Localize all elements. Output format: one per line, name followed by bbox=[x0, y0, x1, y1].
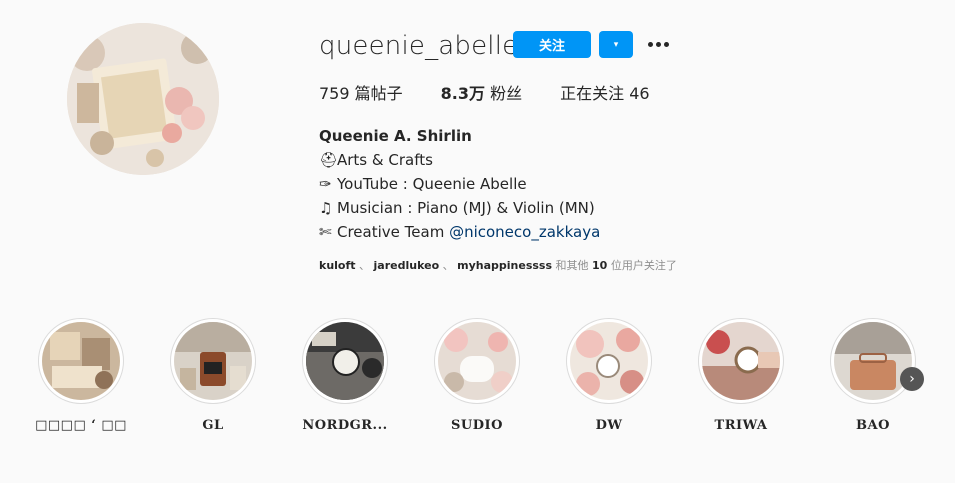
highlight-item[interactable]: TRIWA bbox=[691, 318, 791, 433]
avatar-image bbox=[67, 23, 219, 175]
highlight-label: TRIWA bbox=[714, 418, 768, 433]
separator: 、 bbox=[355, 259, 374, 272]
posts-count-label: 篇帖子 bbox=[354, 84, 403, 103]
followers-count[interactable]: 8.3万 粉丝 bbox=[441, 84, 522, 104]
highlight-label: GL bbox=[202, 418, 224, 433]
highlight-item[interactable]: □□□□ ‘ □□ bbox=[31, 318, 131, 433]
highlight-item[interactable]: NORDGR... bbox=[295, 318, 395, 433]
highlight-ring[interactable] bbox=[566, 318, 652, 404]
bio-line: ✄ Creative Team @niconeco_zakkaya bbox=[319, 220, 600, 244]
highlight-item[interactable]: DW bbox=[559, 318, 659, 433]
music-note-icon: ♫ bbox=[319, 199, 333, 217]
scissors-icon: ✄ bbox=[319, 223, 332, 241]
highlight-cover bbox=[306, 322, 384, 400]
suggestions-dropdown-button[interactable]: ▾ bbox=[599, 31, 633, 58]
highlight-cover bbox=[438, 322, 516, 400]
posts-count-value: 759 bbox=[319, 84, 350, 103]
highlight-cover bbox=[174, 322, 252, 400]
following-count-label: 正在关注 bbox=[560, 84, 625, 103]
more-dot-icon bbox=[663, 41, 669, 47]
profile-bio: Queenie A. Shirlin ⛑Arts & Crafts ✑ YouTu… bbox=[319, 124, 600, 244]
highlight-label: □□□□ ‘ □□ bbox=[35, 418, 127, 433]
highlight-ring[interactable] bbox=[170, 318, 256, 404]
profile-stats: 759 篇帖子 8.3万 粉丝 正在关注 46 bbox=[319, 84, 688, 104]
more-options-button[interactable] bbox=[645, 30, 671, 58]
follower-username[interactable]: kuloft bbox=[319, 259, 356, 272]
highlight-ring[interactable] bbox=[434, 318, 520, 404]
highlight-cover bbox=[570, 322, 648, 400]
highlight-ring[interactable] bbox=[830, 318, 916, 404]
highlight-cover bbox=[834, 322, 912, 400]
highlight-label: NORDGR... bbox=[302, 418, 388, 433]
follower-username[interactable]: jaredlukeo bbox=[374, 259, 440, 272]
followed-by-text: 和其他 bbox=[552, 259, 593, 272]
highlight-item[interactable]: SUDIO bbox=[427, 318, 527, 433]
following-count-value: 46 bbox=[629, 84, 650, 103]
followers-count-value: 8.3万 bbox=[440, 84, 486, 103]
followed-by-text: 位用户关注了 bbox=[607, 259, 677, 272]
helmet-icon: ⛑ bbox=[319, 151, 339, 169]
chevron-down-icon: ▾ bbox=[613, 39, 619, 50]
bio-line: ⛑Arts & Crafts bbox=[319, 148, 600, 172]
highlight-item[interactable]: GL bbox=[163, 318, 263, 433]
chevron-right-icon: › bbox=[909, 371, 915, 387]
bio-line-text: Creative Team bbox=[337, 223, 450, 241]
pen-icon: ✑ bbox=[319, 175, 332, 193]
bio-line: ✑ YouTube : Queenie Abelle bbox=[319, 172, 600, 196]
follower-username[interactable]: myhappinessss bbox=[457, 259, 552, 272]
following-count[interactable]: 正在关注 46 bbox=[560, 84, 649, 104]
bio-line-text: YouTube : Queenie Abelle bbox=[337, 175, 527, 193]
highlight-label: SUDIO bbox=[451, 418, 503, 433]
highlights-next-button[interactable]: › bbox=[900, 367, 924, 391]
highlight-label: DW bbox=[595, 418, 623, 433]
separator: 、 bbox=[439, 259, 458, 272]
highlight-label: BAO bbox=[856, 418, 890, 433]
bio-line-text: Arts & Crafts bbox=[337, 151, 433, 169]
bio-line-text: Musician : Piano (MJ) & Violin (MN) bbox=[337, 199, 595, 217]
highlight-ring[interactable] bbox=[38, 318, 124, 404]
highlight-ring[interactable] bbox=[698, 318, 784, 404]
profile-avatar[interactable] bbox=[67, 23, 219, 175]
story-highlights: □□□□ ‘ □□ GL NORDGR... SUDIO DW TRIWA BA… bbox=[35, 318, 938, 438]
followed-by-count: 10 bbox=[592, 259, 608, 272]
more-dot-icon bbox=[655, 41, 661, 47]
followers-count-label: 粉丝 bbox=[490, 84, 523, 103]
profile-username: queenie_abelle bbox=[319, 31, 519, 61]
highlight-cover bbox=[702, 322, 780, 400]
mention-link[interactable]: @niconeco_zakkaya bbox=[449, 223, 600, 241]
follow-button[interactable]: 关注 bbox=[513, 31, 591, 58]
more-dot-icon bbox=[647, 41, 653, 47]
followed-by-summary[interactable]: kuloft 、 jaredlukeo 、 myhappinessss 和其他 … bbox=[319, 257, 677, 273]
highlight-ring[interactable] bbox=[302, 318, 388, 404]
bio-line: ♫ Musician : Piano (MJ) & Violin (MN) bbox=[319, 196, 600, 220]
posts-count: 759 篇帖子 bbox=[319, 84, 403, 104]
highlight-cover bbox=[42, 322, 120, 400]
profile-full-name: Queenie A. Shirlin bbox=[319, 127, 472, 145]
